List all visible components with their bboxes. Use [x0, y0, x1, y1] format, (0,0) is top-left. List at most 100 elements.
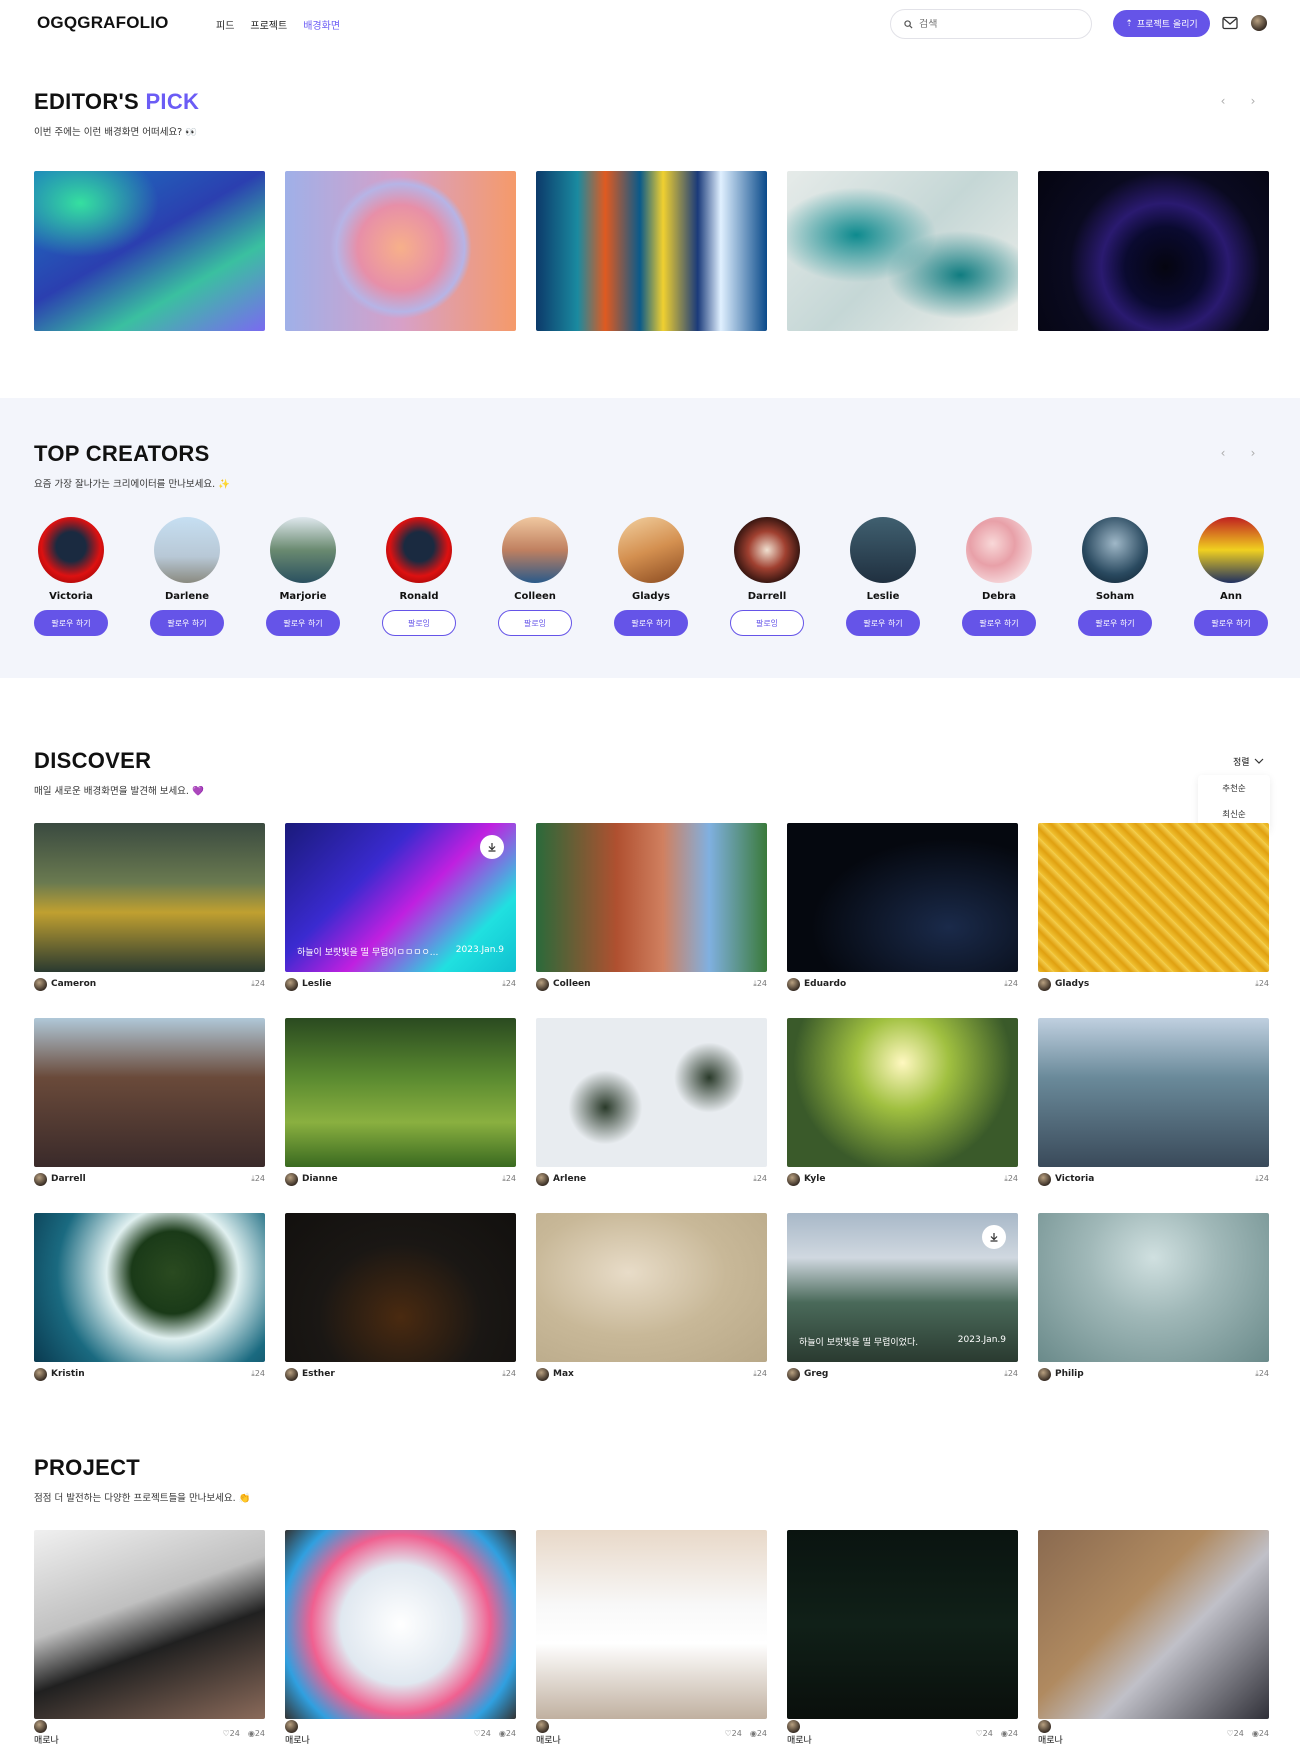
wallpaper-image[interactable] [1038, 823, 1269, 972]
wallpaper-image[interactable] [285, 1018, 516, 1167]
wallpaper-tile[interactable]: Max ⤓24 [536, 1213, 767, 1386]
project-card[interactable]: 매로나 ♡24 ◉24 [34, 1530, 265, 1747]
follow-button[interactable]: 팔로우 하기 [846, 610, 920, 636]
wallpaper-tile[interactable]: Arlene ⤓24 [536, 1018, 767, 1191]
tile-author[interactable]: Greg [787, 1367, 828, 1381]
wallpaper-tile[interactable]: Philip ⤓24 [1038, 1213, 1269, 1386]
project-image[interactable] [285, 1530, 516, 1719]
wallpaper-tile[interactable]: Dianne ⤓24 [285, 1018, 516, 1191]
wallpaper-tile[interactable]: Victoria ⤓24 [1038, 1018, 1269, 1191]
tile-author[interactable]: Arlene [536, 1172, 586, 1186]
wallpaper-image[interactable]: 하늘이 보랏빛을 띨 무렵이ㅁㅁㅁㅇ... 2023.Jan.9 [285, 823, 516, 972]
tile-author[interactable]: Colleen [536, 977, 591, 991]
wallpaper-tile[interactable]: Darrell ⤓24 [34, 1018, 265, 1191]
tile-author[interactable]: Gladys [1038, 977, 1089, 991]
prev-arrow-icon[interactable]: ‹ [1214, 92, 1232, 110]
tile-author[interactable]: Dianne [285, 1172, 338, 1186]
tile-author[interactable]: Eduardo [787, 977, 846, 991]
wallpaper-tile[interactable]: Esther ⤓24 [285, 1213, 516, 1386]
wallpaper-tile[interactable]: Cameron ⤓24 [34, 823, 265, 996]
project-image[interactable] [34, 1530, 265, 1719]
project-author[interactable]: 매로나 [1038, 1720, 1063, 1746]
wallpaper-tile[interactable]: Kristin ⤓24 [34, 1213, 265, 1386]
mail-icon[interactable] [1222, 16, 1238, 30]
nav-feed[interactable]: 피드 [216, 17, 234, 32]
creator-avatar[interactable] [270, 517, 336, 583]
project-image[interactable] [1038, 1530, 1269, 1719]
creator-avatar[interactable] [618, 517, 684, 583]
tile-author[interactable]: Leslie [285, 977, 331, 991]
wallpaper-tile[interactable]: Gladys ⤓24 [1038, 823, 1269, 996]
project-card[interactable]: 매로나 ♡24 ◉24 [787, 1530, 1018, 1747]
follow-button[interactable]: 팔로우 하기 [150, 610, 224, 636]
wallpaper-tile[interactable]: Colleen ⤓24 [536, 823, 767, 996]
nav-project[interactable]: 프로젝트 [250, 17, 287, 32]
wallpaper-image[interactable] [34, 1213, 265, 1362]
creator-avatar[interactable] [502, 517, 568, 583]
nav-wallpaper[interactable]: 배경화면 [303, 17, 340, 32]
wallpaper-image[interactable] [787, 823, 1018, 972]
tile-author[interactable]: Philip [1038, 1367, 1084, 1381]
wallpaper-image[interactable] [536, 823, 767, 972]
download-icon[interactable] [480, 835, 504, 859]
upload-project-button[interactable]: ⇡ 프로젝트 올리기 [1113, 10, 1210, 37]
wallpaper-image[interactable] [536, 1018, 767, 1167]
follow-button[interactable]: 팔로잉 [730, 610, 804, 636]
project-card[interactable]: 매로나 ♡24 ◉24 [1038, 1530, 1269, 1747]
creator-avatar[interactable] [734, 517, 800, 583]
project-card[interactable]: 매로나 ♡24 ◉24 [536, 1530, 767, 1747]
tile-author[interactable]: Esther [285, 1367, 335, 1381]
wallpaper-image[interactable]: 하늘이 보랏빛을 띨 무렵이었다. 2023.Jan.9 [787, 1213, 1018, 1362]
wallpaper-image[interactable] [1038, 1213, 1269, 1362]
wallpaper-tile[interactable]: 하늘이 보랏빛을 띨 무렵이ㅁㅁㅁㅇ... 2023.Jan.9 Leslie … [285, 823, 516, 996]
creator-avatar[interactable] [386, 517, 452, 583]
follow-button[interactable]: 팔로우 하기 [266, 610, 340, 636]
search-input[interactable] [919, 18, 1079, 30]
pick-card[interactable] [1038, 171, 1269, 331]
next-arrow-icon[interactable]: › [1244, 444, 1262, 462]
prev-arrow-icon[interactable]: ‹ [1214, 444, 1232, 462]
project-author[interactable]: 매로나 [787, 1720, 812, 1746]
pick-card[interactable] [285, 171, 516, 331]
follow-button[interactable]: 팔로우 하기 [1194, 610, 1268, 636]
project-image[interactable] [787, 1530, 1018, 1719]
search-box[interactable] [890, 9, 1092, 39]
creator-avatar[interactable] [154, 517, 220, 583]
project-author[interactable]: 매로나 [34, 1720, 59, 1746]
tile-author[interactable]: Max [536, 1367, 574, 1381]
project-author[interactable]: 매로나 [285, 1720, 310, 1746]
pick-card[interactable] [34, 171, 265, 331]
follow-button[interactable]: 팔로우 하기 [962, 610, 1036, 636]
tile-author[interactable]: Kyle [787, 1172, 825, 1186]
logo[interactable]: OGQGRAFOLIO [37, 13, 169, 33]
wallpaper-image[interactable] [285, 1213, 516, 1362]
project-image[interactable] [536, 1530, 767, 1719]
wallpaper-image[interactable] [787, 1018, 1018, 1167]
next-arrow-icon[interactable]: › [1244, 92, 1262, 110]
wallpaper-tile[interactable]: Eduardo ⤓24 [787, 823, 1018, 996]
wallpaper-image[interactable] [34, 1018, 265, 1167]
follow-button[interactable]: 팔로잉 [382, 610, 456, 636]
tile-author[interactable]: Cameron [34, 977, 96, 991]
creator-avatar[interactable] [38, 517, 104, 583]
pick-card[interactable] [787, 171, 1018, 331]
follow-button[interactable]: 팔로우 하기 [34, 610, 108, 636]
follow-button[interactable]: 팔로잉 [498, 610, 572, 636]
follow-button[interactable]: 팔로우 하기 [1078, 610, 1152, 636]
pick-card[interactable] [536, 171, 767, 331]
creator-avatar[interactable] [1082, 517, 1148, 583]
creator-avatar[interactable] [1198, 517, 1264, 583]
project-author[interactable]: 매로나 [536, 1720, 561, 1746]
wallpaper-tile[interactable]: 하늘이 보랏빛을 띨 무렵이었다. 2023.Jan.9 Greg ⤓24 [787, 1213, 1018, 1386]
wallpaper-image[interactable] [1038, 1018, 1269, 1167]
creator-avatar[interactable] [966, 517, 1032, 583]
sort-dropdown[interactable]: 정렬 [1233, 755, 1264, 768]
sort-option-recommended[interactable]: 추천순 [1198, 775, 1270, 801]
project-card[interactable]: 매로나 ♡24 ◉24 [285, 1530, 516, 1747]
user-avatar[interactable] [1251, 15, 1267, 31]
tile-author[interactable]: Kristin [34, 1367, 85, 1381]
tile-author[interactable]: Victoria [1038, 1172, 1094, 1186]
creator-avatar[interactable] [850, 517, 916, 583]
tile-author[interactable]: Darrell [34, 1172, 86, 1186]
wallpaper-image[interactable] [536, 1213, 767, 1362]
